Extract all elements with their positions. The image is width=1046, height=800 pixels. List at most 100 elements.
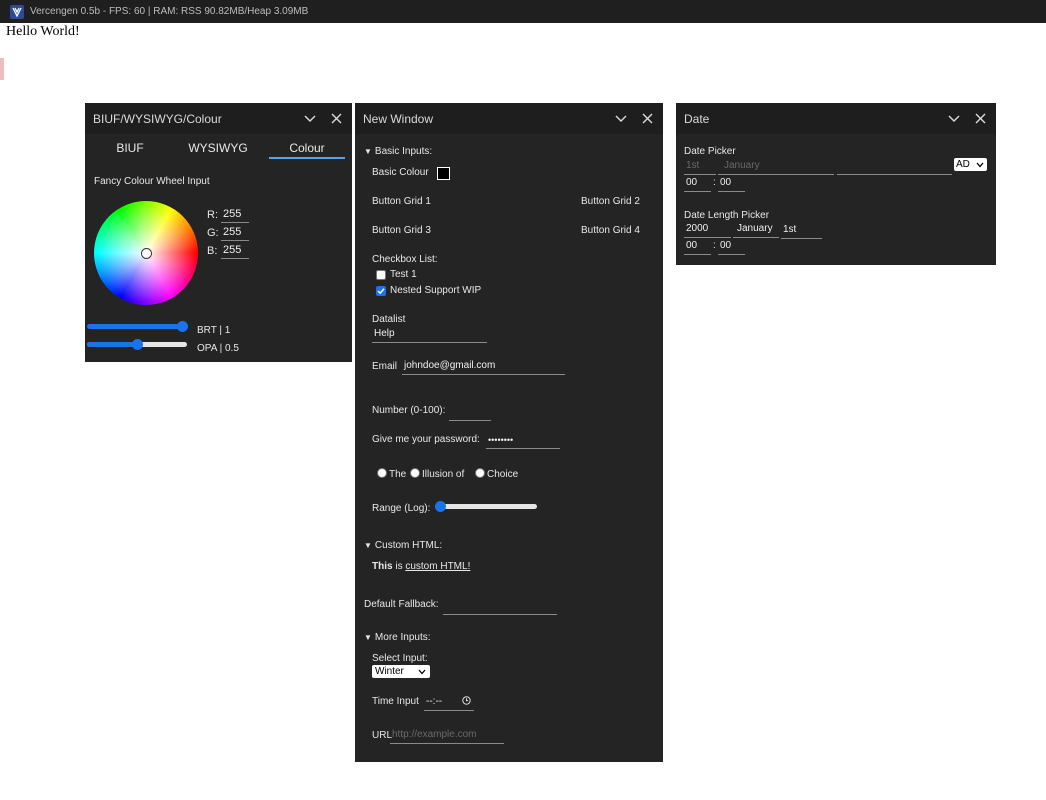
app-titlebar: Vercengen 0.5b - FPS: 60 | RAM: RSS 90.8… <box>0 0 1046 23</box>
close-icon[interactable] <box>972 111 988 127</box>
custom-html-content: This is custom HTML! <box>372 561 470 572</box>
tab-active-indicator <box>269 157 345 159</box>
opacity-slider-thumb[interactable] <box>132 339 143 350</box>
default-fallback-input[interactable] <box>443 599 557 615</box>
time-input[interactable]: --:-- <box>424 695 474 711</box>
radio-illusion-of-label: Illusion of <box>422 469 465 480</box>
expanded-triangle-icon: ▼ <box>364 633 372 642</box>
colour-wheel-handle[interactable] <box>141 248 152 259</box>
brightness-label: BRT | 1 <box>197 325 231 336</box>
more-inputs-label: More Inputs: <box>374 632 431 643</box>
date-length-year[interactable]: 2000 <box>684 222 731 238</box>
colour-wheel-label: Fancy Colour Wheel Input <box>94 176 210 187</box>
number-input[interactable] <box>449 405 491 421</box>
date-picker-minute[interactable]: 00 <box>718 176 745 192</box>
brightness-slider-thumb[interactable] <box>177 321 188 332</box>
chevron-down-icon <box>418 669 426 675</box>
custom-html-text: is <box>392 561 406 572</box>
custom-html-section[interactable]: ▼ Custom HTML: <box>364 540 442 551</box>
tab-colour[interactable]: Colour <box>269 141 345 155</box>
colour-wheel[interactable] <box>94 201 198 305</box>
time-input-value: --:-- <box>426 696 443 707</box>
checkbox-test1[interactable] <box>376 270 386 280</box>
select-input-value: Winter <box>375 666 404 677</box>
checkbox-test1-label: Test 1 <box>390 269 417 280</box>
custom-html-link[interactable]: custom HTML! <box>405 561 470 572</box>
radio-choice[interactable] <box>475 468 485 478</box>
checkbox-nested-support-label: Nested Support WIP <box>390 285 482 296</box>
button-grid-2[interactable]: Button Grid 2 <box>581 196 640 207</box>
checkbox-nested-support[interactable] <box>376 286 386 296</box>
opacity-slider[interactable] <box>87 339 187 350</box>
range-slider-thumb[interactable] <box>435 501 446 512</box>
radio-the[interactable] <box>377 468 387 478</box>
collapse-icon[interactable] <box>946 111 962 127</box>
checkbox-list-label: Checkbox List: <box>372 254 438 265</box>
password-input[interactable]: •••••••• <box>486 433 560 449</box>
date-length-hour[interactable]: 00 <box>684 239 711 255</box>
custom-html-bold: This <box>372 561 393 572</box>
select-input[interactable]: Winter <box>372 665 430 678</box>
basic-inputs-section[interactable]: ▼ Basic Inputs: <box>364 146 432 157</box>
email-input[interactable]: johndoe@gmail.com <box>402 359 565 375</box>
range-label: Range (Log): <box>372 503 431 514</box>
date-length-label: Date Length Picker <box>684 210 770 221</box>
era-select-value: AD <box>956 159 970 170</box>
edge-marker <box>0 58 4 80</box>
app-title: Vercengen 0.5b - FPS: 60 | RAM: RSS 90.8… <box>30 6 309 17</box>
g-label: G: <box>207 227 219 239</box>
b-input[interactable]: 255 <box>221 243 249 259</box>
opacity-label: OPA | 0.5 <box>197 343 239 354</box>
hello-text: Hello World! <box>6 24 80 39</box>
colour-window: BIUF/WYSIWYG/Colour BIUF WYSIWYG Colour … <box>85 103 352 362</box>
button-grid-3[interactable]: Button Grid 3 <box>372 225 431 236</box>
url-input[interactable]: http://example.com <box>390 728 504 744</box>
date-window-header[interactable]: Date <box>676 103 996 134</box>
default-fallback-label: Default Fallback: <box>364 599 439 610</box>
r-input[interactable]: 255 <box>221 207 249 223</box>
g-input[interactable]: 255 <box>221 225 249 241</box>
chevron-down-icon <box>976 162 984 168</box>
tab-wysiwyg[interactable]: WYSIWYG <box>183 141 253 155</box>
radio-the-label: The <box>389 469 407 480</box>
radio-illusion-of[interactable] <box>410 468 420 478</box>
window-title: BIUF/WYSIWYG/Colour <box>93 111 222 126</box>
time-input-label: Time Input <box>372 696 419 707</box>
era-select[interactable]: AD <box>954 158 987 171</box>
brightness-slider[interactable] <box>87 321 188 332</box>
close-icon[interactable] <box>639 111 655 127</box>
number-label: Number (0-100): <box>372 405 446 416</box>
radio-choice-label: Choice <box>487 469 519 480</box>
date-picker-label: Date Picker <box>684 146 736 157</box>
date-picker-hour[interactable]: 00 <box>684 176 711 192</box>
date-length-minute[interactable]: 00 <box>718 239 745 255</box>
button-grid-1[interactable]: Button Grid 1 <box>372 196 431 207</box>
date-picker-month[interactable]: January <box>718 159 834 175</box>
basic-inputs-label: Basic Inputs: <box>374 146 433 157</box>
tab-biuf[interactable]: BIUF <box>110 141 150 155</box>
datalist-input[interactable]: Help <box>372 327 487 343</box>
new-window-header[interactable]: New Window <box>355 103 663 134</box>
app-logo-icon <box>10 4 24 19</box>
close-icon[interactable] <box>328 111 344 127</box>
basic-colour-label: Basic Colour <box>372 167 429 178</box>
range-log-slider[interactable] <box>435 501 537 512</box>
collapse-icon[interactable] <box>613 111 629 127</box>
date-length-day[interactable]: 1st <box>781 223 822 239</box>
custom-html-label: Custom HTML: <box>374 540 443 551</box>
date-picker-day[interactable]: 1st <box>684 159 716 175</box>
b-label: B: <box>207 245 218 257</box>
r-label: R: <box>207 209 218 221</box>
window-title: Date <box>684 111 710 126</box>
datalist-label: Datalist <box>372 314 406 325</box>
date-picker-year[interactable] <box>837 159 952 175</box>
collapse-icon[interactable] <box>302 111 318 127</box>
clock-icon[interactable] <box>462 696 471 705</box>
colour-window-header[interactable]: BIUF/WYSIWYG/Colour <box>85 103 352 134</box>
time-separator: : <box>713 177 716 188</box>
button-grid-4[interactable]: Button Grid 4 <box>581 225 640 236</box>
more-inputs-section[interactable]: ▼ More Inputs: <box>364 632 431 643</box>
new-window: New Window ▼ Basic Inputs: Basic Colour B… <box>355 103 663 762</box>
basic-colour-swatch[interactable] <box>437 167 450 180</box>
date-length-month[interactable]: January <box>733 222 779 238</box>
